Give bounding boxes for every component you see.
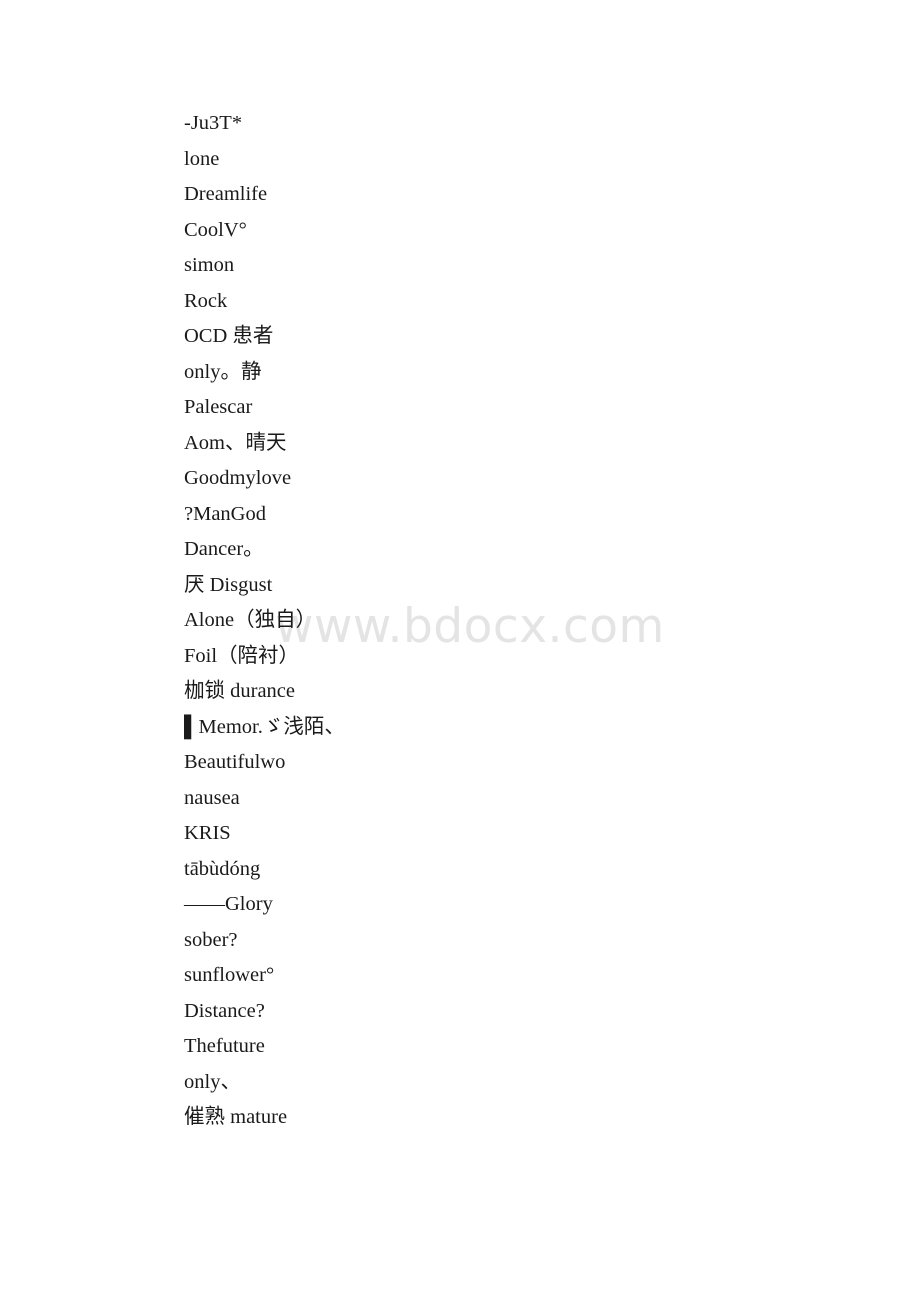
- document-line: Dreamlife: [184, 183, 268, 205]
- document-line: sober?: [184, 928, 238, 951]
- document-line: OCD 患者: [184, 325, 274, 347]
- document-line: only、: [184, 1070, 241, 1093]
- document-line: Rock: [184, 289, 228, 312]
- document-line: Beautifulwo: [184, 751, 286, 773]
- document-line: only。静: [184, 360, 262, 383]
- document-line: Distance?: [184, 999, 265, 1022]
- document-line: Goodmylove: [184, 467, 292, 489]
- document-line: Aom、晴天: [184, 431, 287, 454]
- document-line: Thefuture: [184, 1035, 265, 1057]
- document-text-body: -Ju3T* lone Dreamlife CoolV° simon Rock OCD 患者…: [184, 106, 884, 1136]
- document-line: nausea: [184, 786, 240, 809]
- document-line: simon: [184, 254, 235, 276]
- document-line: 厌 Disgust: [184, 573, 273, 596]
- document-line: lone: [184, 147, 220, 170]
- document-line: Foil（陪衬）: [184, 644, 300, 667]
- document-page: www.bdocx.com -Ju3T* lone Dreamlife CoolV° s…: [0, 0, 920, 1302]
- document-line: ?ManGod: [184, 502, 266, 525]
- document-line: 枷锁 durance: [184, 680, 295, 702]
- document-line: 催熟 mature: [184, 1106, 288, 1128]
- document-line: Dancer。: [184, 538, 264, 560]
- document-line: ——Glory: [184, 893, 273, 915]
- document-line: -Ju3T*: [184, 112, 243, 134]
- document-line: sunflower°: [184, 964, 275, 986]
- document-line: tābùdóng: [184, 857, 261, 880]
- document-line: KRIS: [184, 822, 231, 844]
- document-line: ▌Memor.ゞ浅陌、: [184, 715, 345, 738]
- document-line: Alone（独自）: [184, 609, 317, 631]
- document-line: CoolV°: [184, 218, 247, 241]
- document-line: Palescar: [184, 396, 253, 418]
